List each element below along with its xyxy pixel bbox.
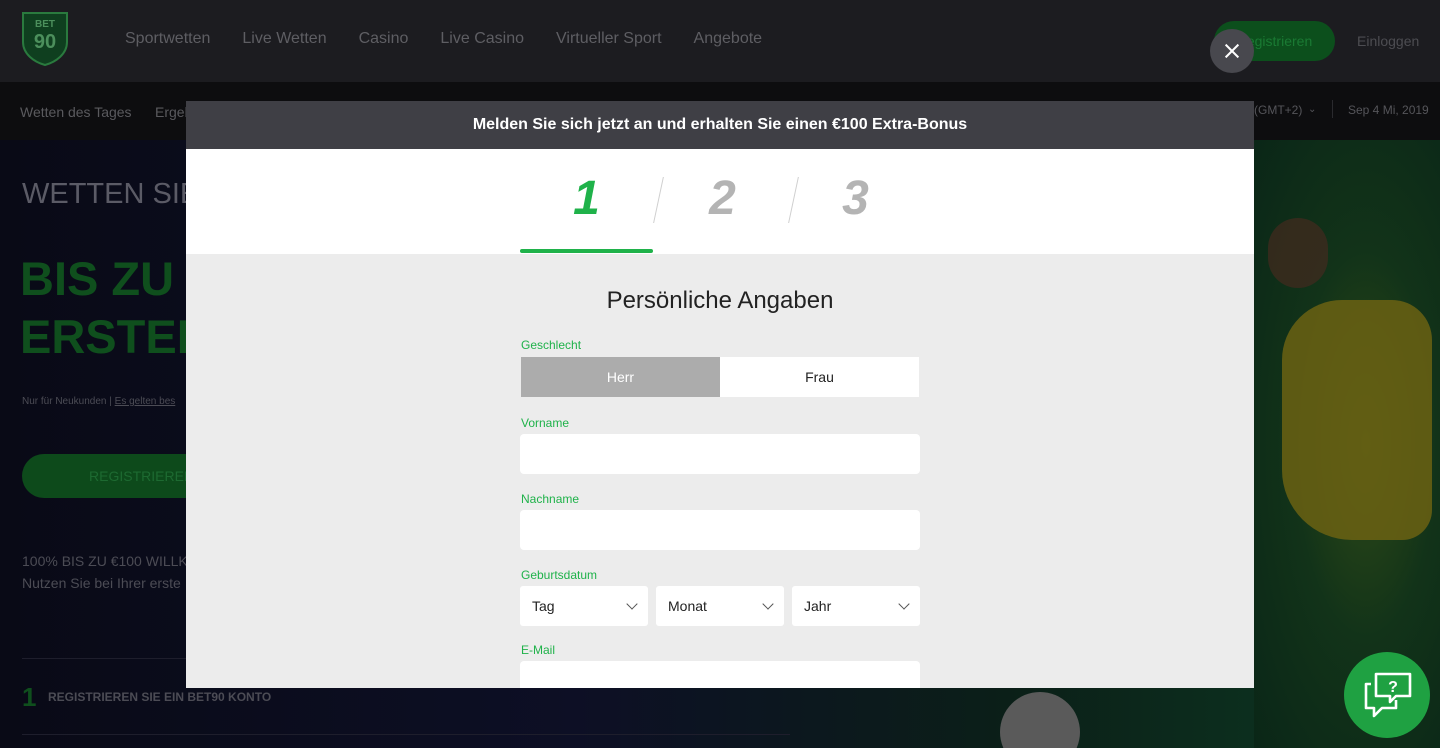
first-name-label: Vorname	[521, 416, 570, 430]
hero-bonus-line-1: BIS ZU	[20, 252, 175, 305]
birth-month-value: Monat	[668, 598, 707, 614]
divider	[1332, 100, 1333, 118]
step-3: 3	[842, 172, 869, 225]
hero-fine-print: Nur für Neukunden | Es gelten bes	[22, 396, 175, 407]
birth-month-select[interactable]: Monat	[656, 586, 784, 626]
hero-headline: WETTEN SIE	[22, 178, 200, 210]
subnav-item-wetten-des-tages[interactable]: Wetten des Tages	[20, 104, 132, 120]
gender-label: Geschlecht	[521, 338, 582, 352]
logo-bottom-text: 90	[34, 31, 56, 53]
chevron-down-icon	[626, 598, 638, 610]
step-1: 1	[573, 172, 600, 225]
birth-day-value: Tag	[532, 598, 555, 614]
hero-step-text: REGISTRIEREN SIE EIN BET90 KONTO	[48, 690, 272, 704]
fine-print-text: Nur für Neukunden |	[22, 396, 115, 407]
chevron-down-icon	[898, 598, 910, 610]
hero-step-number: 1	[22, 682, 37, 712]
terms-link[interactable]: Es gelten bes	[115, 396, 176, 407]
modal-header: Melden Sie sich jetzt an und erhalten Si…	[186, 101, 1254, 149]
main-nav: Sportwetten Live Wetten Casino Live Casi…	[125, 30, 762, 48]
hero-bonus-text: BIS ZU ERSTEI	[20, 250, 190, 366]
gender-toggle: Herr Frau	[521, 357, 919, 397]
nav-item-live-casino[interactable]: Live Casino	[440, 30, 524, 48]
step-2: 2	[709, 172, 736, 225]
close-modal-button[interactable]	[1210, 29, 1254, 73]
chevron-down-icon: ⌄	[1308, 104, 1317, 115]
birth-year-select[interactable]: Jahr	[792, 586, 920, 626]
timezone-selector[interactable]: (GMT+2)	[1254, 103, 1302, 117]
logo-top-text: BET	[35, 19, 55, 30]
promo-line-2: Nutzen Sie bei Ihrer erste	[22, 575, 181, 591]
current-date: Sep 4 Mi, 2019	[1348, 103, 1429, 117]
player-head-shape	[1268, 218, 1328, 288]
hero-bonus-line-2: ERSTEI	[20, 310, 190, 363]
nav-item-live-wetten[interactable]: Live Wetten	[242, 30, 326, 48]
nav-item-angebote[interactable]: Angebote	[694, 30, 763, 48]
birth-year-value: Jahr	[804, 598, 832, 614]
chat-help-icon: ?	[1364, 672, 1412, 718]
nav-item-sportwetten[interactable]: Sportwetten	[125, 30, 210, 48]
chevron-down-icon	[762, 598, 774, 610]
divider	[22, 734, 790, 735]
nav-item-virtueller-sport[interactable]: Virtueller Sport	[556, 30, 662, 48]
bet90-logo[interactable]: BET 90	[20, 10, 70, 66]
gender-option-frau[interactable]: Frau	[720, 357, 919, 397]
registration-modal: Melden Sie sich jetzt an und erhalten Si…	[186, 101, 1254, 688]
form-title: Persönliche Angaben	[606, 287, 834, 314]
step-indicator: 1 2 3	[186, 149, 1254, 254]
birthdate-label: Geburtsdatum	[521, 568, 598, 582]
svg-text:?: ?	[1388, 679, 1398, 696]
active-step-underline	[520, 249, 653, 253]
last-name-label: Nachname	[521, 492, 580, 506]
login-link[interactable]: Einloggen	[1357, 33, 1419, 49]
email-input[interactable]	[520, 661, 920, 688]
nav-item-casino[interactable]: Casino	[359, 30, 409, 48]
hero-promo-text: 100% BIS ZU €100 WILLK Nutzen Sie bei Ih…	[22, 550, 188, 594]
player-jersey-shape	[1282, 300, 1432, 540]
promo-line-1: 100% BIS ZU €100 WILLK	[22, 553, 188, 569]
gender-option-herr[interactable]: Herr	[521, 357, 720, 397]
chat-help-button[interactable]: ?	[1344, 652, 1430, 738]
first-name-input[interactable]	[520, 434, 920, 474]
birth-day-select[interactable]: Tag	[520, 586, 648, 626]
last-name-input[interactable]	[520, 510, 920, 550]
email-label: E-Mail	[521, 643, 556, 657]
